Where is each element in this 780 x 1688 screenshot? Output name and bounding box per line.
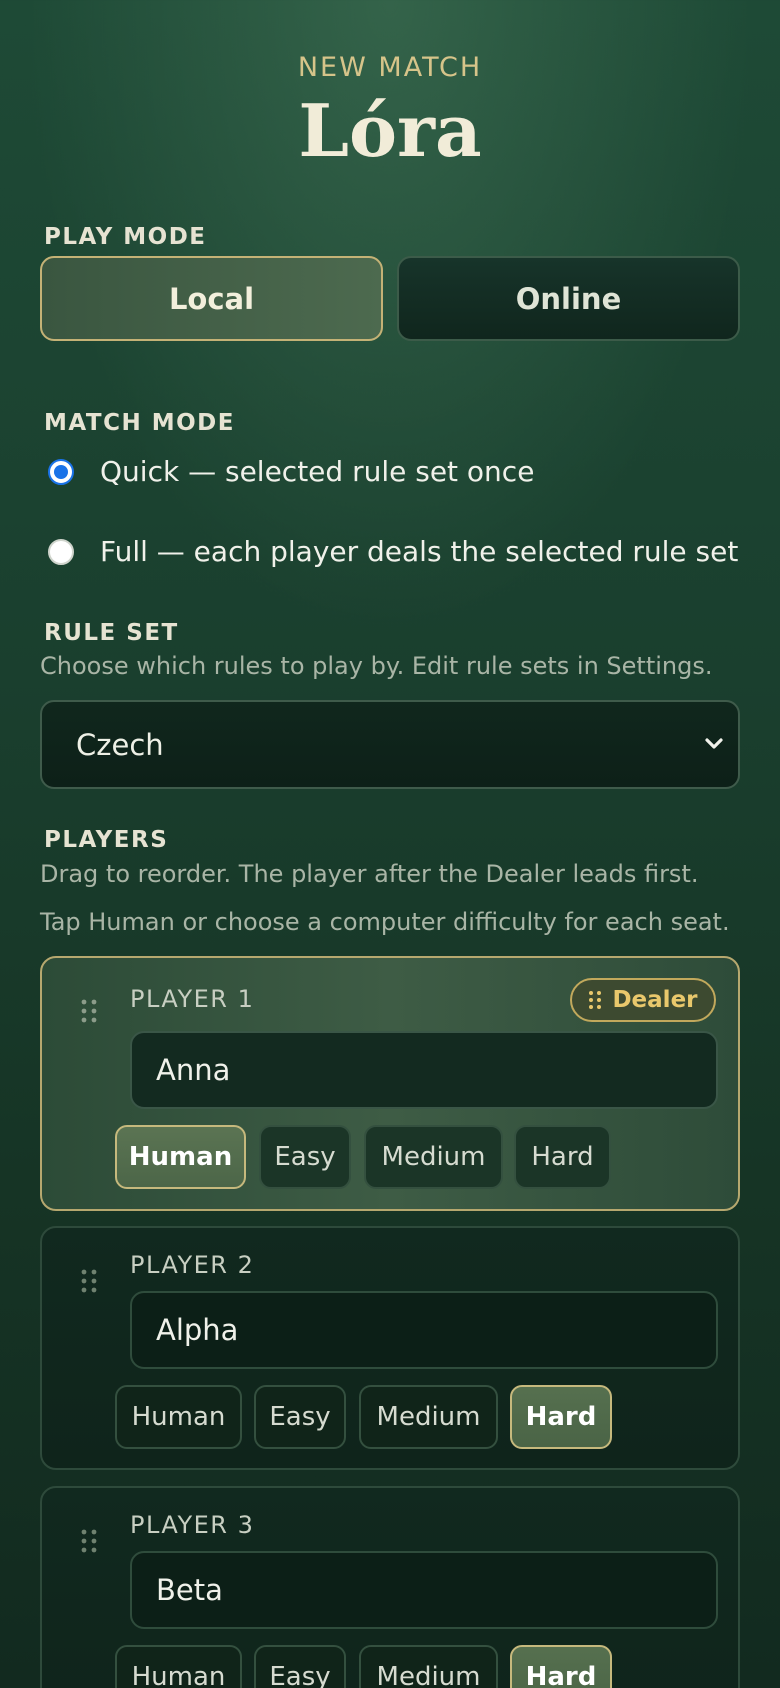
player-name-input[interactable]: Alpha <box>130 1291 718 1369</box>
players-help-reorder: Drag to reorder. The player after the De… <box>40 860 699 888</box>
page-title: Lóra <box>298 88 482 173</box>
drag-handle-icon[interactable] <box>80 1528 98 1554</box>
difficulty-easy-button[interactable]: Easy <box>259 1125 351 1189</box>
player-label: PLAYER 3 <box>130 1511 255 1539</box>
difficulty-medium-button[interactable]: Medium <box>364 1125 503 1189</box>
difficulty-hard-button[interactable]: Hard <box>510 1385 612 1449</box>
match-mode-full-option[interactable]: Full — each player deals the selected ru… <box>48 535 738 568</box>
player-card-2: PLAYER 2 Alpha Human Easy Medium Hard <box>40 1226 740 1470</box>
difficulty-human-button[interactable]: Human <box>115 1645 242 1688</box>
difficulty-hard-button[interactable]: Hard <box>514 1125 611 1189</box>
drag-handle-icon[interactable] <box>80 998 98 1024</box>
dealer-badge[interactable]: Dealer <box>570 978 716 1022</box>
difficulty-easy-button[interactable]: Easy <box>254 1385 346 1449</box>
dealer-badge-label: Dealer <box>612 987 698 1013</box>
play-mode-online-button[interactable]: Online <box>397 256 740 341</box>
difficulty-hard-button[interactable]: Hard <box>510 1645 612 1688</box>
player-name-input[interactable]: Beta <box>130 1551 718 1629</box>
rule-set-select[interactable]: Czech <box>40 700 740 789</box>
difficulty-medium-button[interactable]: Medium <box>359 1645 498 1688</box>
page-subtitle: NEW MATCH <box>297 52 483 83</box>
drag-handle-icon <box>589 991 602 1009</box>
full-radio[interactable] <box>48 538 74 565</box>
rule-set-label: RULE SET <box>44 620 179 646</box>
quick-radio[interactable] <box>48 458 74 485</box>
play-mode-local-button[interactable]: Local <box>40 256 383 341</box>
difficulty-human-button[interactable]: Human <box>115 1385 242 1449</box>
rule-set-value: Czech <box>76 727 164 762</box>
player-label: PLAYER 2 <box>130 1251 255 1279</box>
difficulty-easy-button[interactable]: Easy <box>254 1645 346 1688</box>
player-label: PLAYER 1 <box>130 985 255 1013</box>
player-name-input[interactable]: Anna <box>130 1031 718 1109</box>
difficulty-medium-button[interactable]: Medium <box>359 1385 498 1449</box>
match-mode-label: MATCH MODE <box>44 410 235 436</box>
player-card-1: PLAYER 1 Dealer Anna Human Easy Medium H… <box>40 956 740 1211</box>
difficulty-human-button[interactable]: Human <box>115 1125 246 1189</box>
players-label: PLAYERS <box>44 827 169 853</box>
rule-set-help: Choose which rules to play by. Edit rule… <box>40 652 713 680</box>
player-card-3: PLAYER 3 Beta Human Easy Medium Hard <box>40 1486 740 1688</box>
drag-handle-icon[interactable] <box>80 1268 98 1294</box>
play-mode-label: PLAY MODE <box>44 224 207 250</box>
chevron-down-icon <box>705 738 723 749</box>
quick-radio-label: Quick — selected rule set once <box>100 455 535 488</box>
full-radio-label: Full — each player deals the selected ru… <box>100 535 739 568</box>
players-help-difficulty: Tap Human or choose a computer difficult… <box>40 908 730 936</box>
match-mode-quick-option[interactable]: Quick — selected rule set once <box>48 455 534 488</box>
